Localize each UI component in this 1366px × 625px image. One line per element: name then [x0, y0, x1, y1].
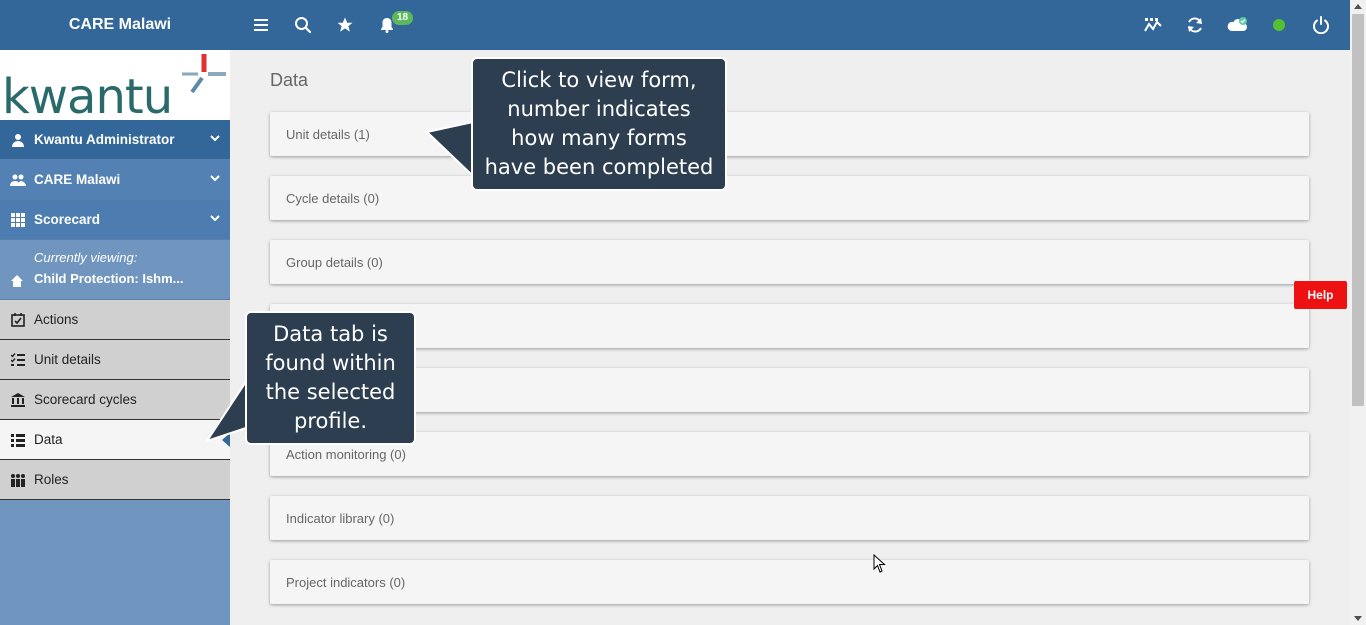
data-form-card[interactable] [270, 368, 1309, 412]
grid-icon [10, 212, 26, 228]
scroll-down-icon[interactable] [1354, 616, 1362, 621]
cloud-check-icon [1227, 17, 1247, 31]
data-form-card[interactable]: Action monitoring (0) [270, 432, 1309, 476]
sidebar: kwantu Kwantu Administrator CARE Malawi … [0, 50, 230, 625]
analytics-button[interactable] [1132, 0, 1174, 50]
search-icon [295, 17, 312, 34]
user-icon [10, 132, 26, 148]
logo: kwantu [0, 50, 230, 120]
checklist-icon [10, 352, 26, 368]
callout-line: Data tab is [273, 322, 388, 346]
star-icon [337, 17, 353, 32]
online-status [1258, 0, 1300, 50]
nav-data[interactable]: Data [0, 420, 230, 460]
callout-line: how many forms [511, 126, 687, 150]
module-menu[interactable]: Scorecard [0, 200, 230, 240]
callout-line: the selected [265, 380, 396, 404]
nav-label: Scorecard cycles [34, 392, 137, 407]
list-icon [10, 432, 26, 448]
nav-roles[interactable]: Roles [0, 460, 230, 500]
callout-line: found within [265, 351, 396, 375]
data-form-card[interactable]: Cycle details (0) [270, 176, 1309, 220]
menu-toggle-button[interactable] [240, 0, 282, 50]
callout-line: have been completed [484, 155, 714, 179]
scroll-thumb[interactable] [1352, 14, 1364, 406]
people-icon [10, 472, 26, 488]
home-icon [11, 275, 23, 287]
chevron-down-icon [210, 135, 220, 142]
app-title: CARE Malawi [68, 16, 172, 33]
nav-scorecard-cycles[interactable]: Scorecard cycles [0, 380, 230, 420]
viewing-value: Child Protection: Ishm... [34, 271, 184, 286]
scrollbar[interactable] [1350, 0, 1366, 625]
chevron-down-icon [210, 215, 220, 222]
refresh-icon [1188, 17, 1202, 33]
nav-unit-details[interactable]: Unit details [0, 340, 230, 380]
viewing-label: Currently viewing: [34, 250, 138, 265]
org-name: CARE Malawi [34, 172, 121, 187]
data-form-card[interactable]: Group details (0) [270, 240, 1309, 284]
nav-label: Data [34, 432, 63, 447]
cloud-status-button[interactable] [1216, 0, 1258, 50]
nav-actions[interactable]: Actions [0, 300, 230, 340]
online-indicator-icon [1273, 19, 1285, 31]
nav-label: Actions [34, 312, 79, 327]
user-name: Kwantu Administrator [34, 132, 175, 147]
data-form-card[interactable]: Project indicators (0) [270, 560, 1309, 604]
top-bar: CARE Malawi 18 [0, 0, 1350, 50]
hamburger-icon [254, 19, 268, 31]
favorites-button[interactable] [324, 0, 366, 50]
org-menu[interactable]: CARE Malawi [0, 160, 230, 200]
callout-line: number indicates [507, 97, 691, 121]
calendar-check-icon [10, 312, 26, 328]
notification-badge: 18 [392, 11, 414, 25]
nav-label: Roles [34, 472, 69, 487]
data-form-card[interactable]: Indicator library (0) [270, 496, 1309, 540]
nav-label: Unit details [34, 352, 101, 367]
module-name: Scorecard [34, 212, 101, 227]
current-profile[interactable]: Currently viewing: Child Protection: Ish… [0, 240, 230, 300]
user-menu[interactable]: Kwantu Administrator [0, 120, 230, 160]
notifications-button[interactable]: 18 [366, 0, 414, 50]
callout-line: profile. [293, 409, 367, 433]
tab-callout: Data tab is found within the selected pr… [245, 311, 416, 445]
form-callout: Click to view form, number indicates how… [471, 57, 727, 191]
help-button[interactable]: Help [1294, 281, 1347, 309]
search-button[interactable] [282, 0, 324, 50]
chevron-down-icon [210, 175, 220, 182]
page-title: Data [270, 70, 309, 90]
scroll-up-icon[interactable] [1354, 4, 1362, 9]
logo-text: kwantu [2, 69, 173, 120]
analytics-icon [1144, 18, 1162, 32]
mouse-cursor-icon [873, 554, 886, 573]
data-form-card[interactable] [270, 304, 1309, 348]
building-icon [10, 392, 26, 408]
power-icon [1313, 16, 1329, 34]
logout-button[interactable] [1300, 0, 1342, 50]
callout-line: Click to view form, [501, 68, 697, 92]
sync-button[interactable] [1174, 0, 1216, 50]
group-icon [10, 172, 26, 188]
logo-star-icon [182, 54, 226, 94]
